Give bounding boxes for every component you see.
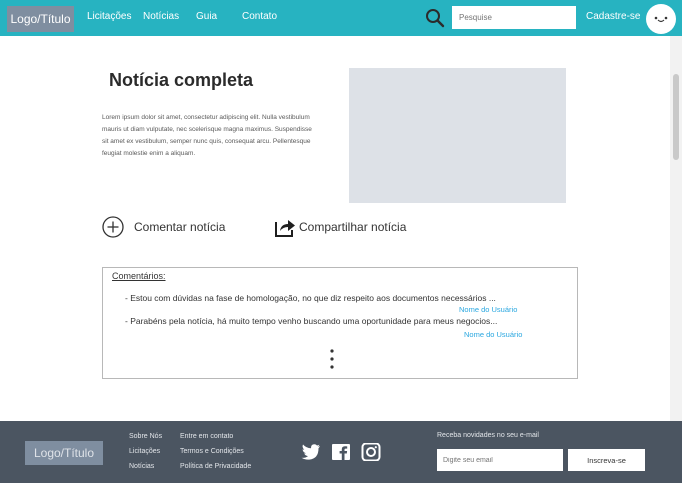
article-body: Lorem ipsum dolor sit amet, consectetur … bbox=[102, 114, 312, 157]
subscribe-button[interactable]: Inscreva-se bbox=[568, 449, 645, 471]
share-button-label: Compartilhar notícia bbox=[299, 220, 407, 234]
search-input[interactable] bbox=[452, 6, 576, 29]
footer-link-licitacoes[interactable]: Licitações bbox=[129, 448, 160, 455]
search-icon[interactable] bbox=[425, 8, 445, 28]
newsletter-email-input[interactable] bbox=[437, 449, 563, 471]
facebook-icon[interactable] bbox=[331, 443, 351, 461]
signup-link[interactable]: Cadastre-se bbox=[586, 11, 640, 22]
comments-panel: Comentários: - Estou com dúvidas na fase… bbox=[102, 267, 578, 379]
page-scrollbar[interactable] bbox=[670, 36, 682, 421]
nav-contato[interactable]: Contato bbox=[242, 11, 277, 22]
nav-noticias[interactable]: Notícias bbox=[143, 11, 179, 22]
comments-title: Comentários: bbox=[112, 271, 166, 281]
share-icon bbox=[275, 220, 295, 237]
avatar[interactable] bbox=[646, 4, 676, 34]
footer-link-contato[interactable]: Entre em contato bbox=[180, 433, 233, 440]
comment-text: - Estou com dúvidas na fase de homologaç… bbox=[125, 293, 496, 303]
article-image bbox=[349, 68, 566, 203]
footer-link-privacidade[interactable]: Política de Privacidade bbox=[180, 463, 251, 470]
instagram-icon[interactable] bbox=[361, 443, 381, 461]
scrollbar-thumb[interactable] bbox=[673, 74, 679, 160]
footer-link-sobre[interactable]: Sobre Nós bbox=[129, 433, 162, 440]
nav-guia[interactable]: Guia bbox=[196, 11, 217, 22]
comment-text: - Parabéns pela notícia, há muito tempo … bbox=[125, 316, 498, 326]
footer: Logo/Título Sobre Nós Licitações Notícia… bbox=[0, 421, 682, 483]
comment-button[interactable]: Comentar notícia bbox=[102, 216, 225, 238]
top-navbar: Logo/Título Licitações Notícias Guia Con… bbox=[0, 0, 682, 36]
more-vertical-icon[interactable] bbox=[329, 348, 335, 370]
share-button[interactable]: Compartilhar notícia bbox=[273, 216, 406, 238]
footer-logo[interactable]: Logo/Título bbox=[25, 441, 103, 465]
footer-link-noticias[interactable]: Notícias bbox=[129, 463, 154, 470]
footer-link-termos[interactable]: Termos e Condições bbox=[180, 448, 244, 455]
comment-user[interactable]: Nome do Usuário bbox=[459, 305, 517, 314]
nav-licitacoes[interactable]: Licitações bbox=[87, 11, 131, 22]
newsletter-label: Receba novidades no seu e-mail bbox=[437, 432, 539, 439]
avatar-face-icon bbox=[654, 16, 668, 23]
header-logo[interactable]: Logo/Título bbox=[7, 6, 74, 32]
article-title: Notícia completa bbox=[109, 70, 254, 90]
twitter-icon[interactable] bbox=[301, 443, 321, 461]
comment-user[interactable]: Nome do Usuário bbox=[464, 330, 522, 339]
comment-button-label: Comentar notícia bbox=[134, 220, 226, 234]
add-circle-icon bbox=[102, 216, 124, 238]
